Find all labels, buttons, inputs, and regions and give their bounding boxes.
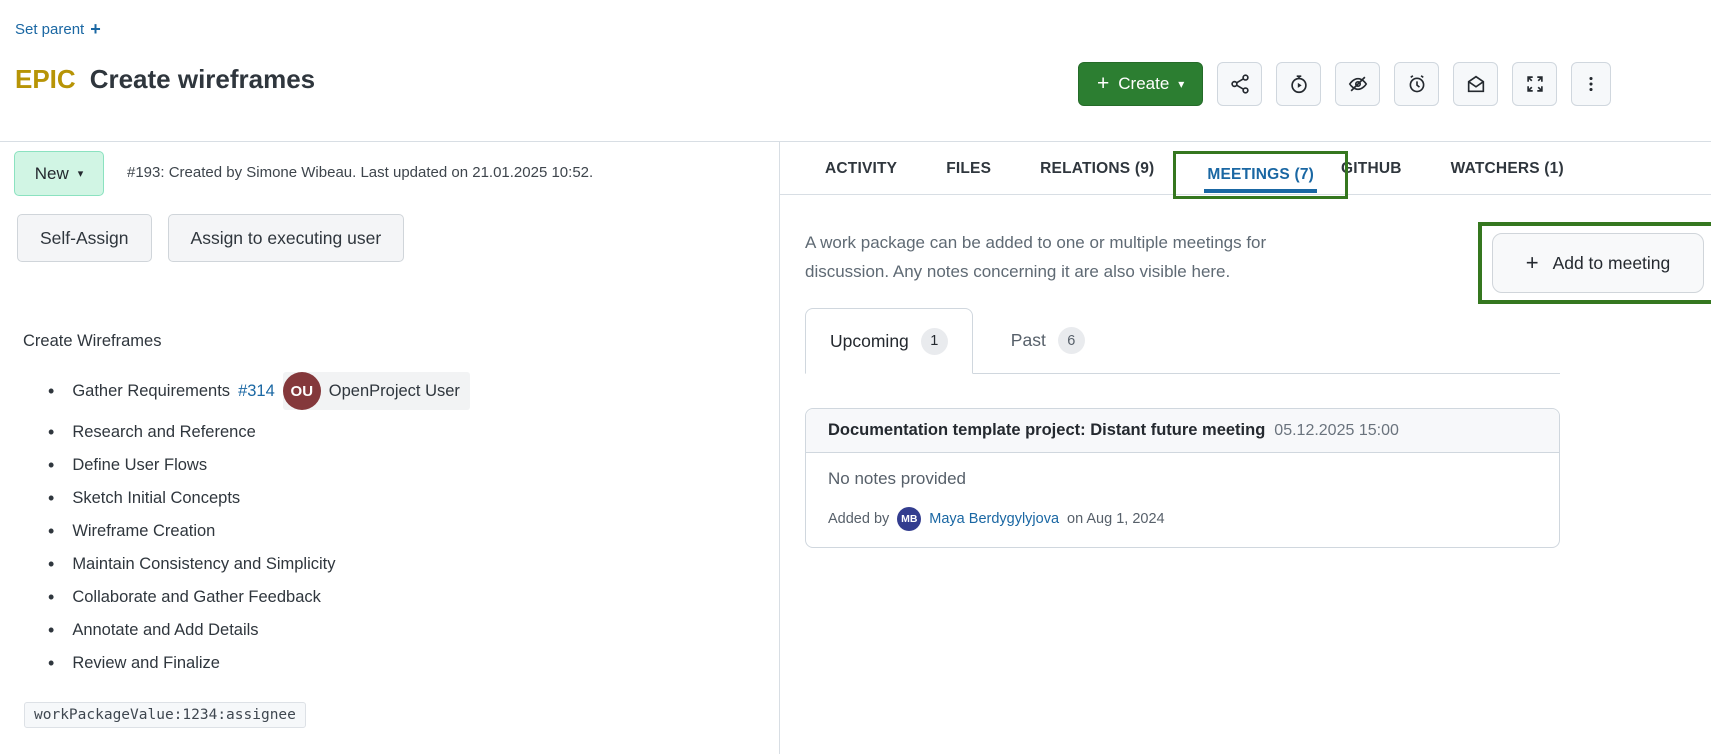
tab-relations[interactable]: RELATIONS (9) [1040, 160, 1154, 178]
assign-actions: Self-Assign Assign to executing user [17, 214, 404, 262]
work-package-header: EPIC Create wireframes [15, 64, 315, 95]
mention-user-name: OpenProject User [329, 382, 460, 401]
alarm-icon [1406, 73, 1428, 95]
set-parent-link[interactable]: Set parent + [15, 20, 101, 38]
list-item-text: Review and Finalize [72, 654, 220, 673]
list-item-text: Gather Requirements [72, 382, 230, 401]
work-package-type: EPIC [15, 64, 76, 95]
list-item: Maintain Consistency and Simplicity [48, 553, 470, 575]
past-count-badge: 6 [1058, 327, 1085, 354]
list-item-text: Define User Flows [72, 456, 207, 475]
stopwatch-icon [1288, 73, 1310, 95]
work-package-link[interactable]: #314 [238, 382, 275, 401]
header-divider [0, 141, 1711, 142]
author-link[interactable]: Maya Berdygylyjova [929, 511, 1059, 527]
notification-button[interactable] [1453, 62, 1498, 106]
plus-icon: + [1097, 72, 1109, 96]
active-tab-underline [1204, 189, 1317, 193]
list-item: Collaborate and Gather Feedback [48, 586, 470, 608]
list-item-text: Sketch Initial Concepts [72, 489, 240, 508]
avatar: MB [897, 507, 921, 531]
create-button-label: Create [1118, 74, 1169, 94]
list-item-text: Annotate and Add Details [72, 621, 258, 640]
list-item-text: Research and Reference [72, 423, 255, 442]
tab-activity[interactable]: ACTIVITY [825, 160, 897, 178]
chevron-down-icon: ▾ [1178, 77, 1184, 91]
description-heading: Create Wireframes [23, 332, 161, 351]
set-parent-label: Set parent [15, 21, 84, 38]
add-to-meeting-highlight-box: + Add to meeting [1478, 222, 1711, 304]
list-item: Research and Reference [48, 421, 470, 443]
meeting-title: Documentation template project: Distant … [828, 421, 1265, 440]
meetings-description: A work package can be added to one or mu… [805, 228, 1330, 286]
reminder-button[interactable] [1394, 62, 1439, 106]
meeting-card-header[interactable]: Documentation template project: Distant … [806, 409, 1559, 453]
subtab-upcoming[interactable]: Upcoming 1 [805, 308, 973, 374]
plus-icon: + [1526, 250, 1539, 276]
subtab-upcoming-label: Upcoming [830, 331, 909, 352]
added-on-date: on Aug 1, 2024 [1067, 511, 1165, 527]
list-item: Gather Requirements #314 OU OpenProject … [48, 372, 470, 410]
fullscreen-icon [1524, 73, 1546, 95]
added-by-label: Added by [828, 511, 889, 527]
chevron-down-icon: ▾ [78, 167, 84, 180]
time-tracking-button[interactable] [1276, 62, 1321, 106]
assign-executing-user-button[interactable]: Assign to executing user [168, 214, 405, 262]
detail-tabbar: ACTIVITY FILES RELATIONS (9) MEETINGS (7… [779, 143, 1711, 195]
description-list: Gather Requirements #314 OU OpenProject … [48, 372, 470, 685]
list-item: Sketch Initial Concepts [48, 487, 470, 509]
page-title: Create wireframes [90, 64, 315, 95]
avatar: OU [283, 372, 321, 410]
list-item-text: Maintain Consistency and Simplicity [72, 555, 335, 574]
meeting-notes: No notes provided [806, 453, 1559, 495]
list-item-text: Collaborate and Gather Feedback [72, 588, 321, 607]
list-item: Review and Finalize [48, 652, 470, 674]
subtab-past-label: Past [1011, 330, 1046, 351]
subtab-past[interactable]: Past 6 [987, 308, 1109, 373]
create-button[interactable]: + Create ▾ [1078, 62, 1203, 106]
meetings-subtabs: Upcoming 1 Past 6 [805, 308, 1560, 374]
add-to-meeting-label: Add to meeting [1553, 253, 1671, 274]
fullscreen-button[interactable] [1512, 62, 1557, 106]
upcoming-count-badge: 1 [921, 328, 948, 355]
tab-github[interactable]: GITHUB [1341, 160, 1402, 178]
eye-off-icon [1347, 73, 1369, 95]
meeting-datetime: 05.12.2025 15:00 [1274, 422, 1399, 440]
tab-files[interactable]: FILES [946, 160, 991, 178]
tab-watchers[interactable]: WATCHERS (1) [1451, 160, 1564, 178]
add-to-meeting-button[interactable]: + Add to meeting [1492, 233, 1704, 293]
list-item-text: Wireframe Creation [72, 522, 215, 541]
more-menu-button[interactable] [1571, 62, 1611, 106]
meeting-added-by-row: Added by MB Maya Berdygylyjova on Aug 1,… [806, 495, 1559, 547]
status-dropdown[interactable]: New ▾ [14, 151, 104, 196]
macro-code-chip: workPackageValue:1234:assignee [24, 702, 306, 728]
kebab-icon [1580, 73, 1602, 95]
plus-icon: + [90, 20, 101, 38]
panel-divider [779, 141, 780, 754]
status-label: New [35, 164, 69, 184]
self-assign-button[interactable]: Self-Assign [17, 214, 152, 262]
header-toolbar: + Create ▾ [1078, 62, 1611, 106]
user-mention[interactable]: OU OpenProject User [283, 372, 470, 410]
list-item: Annotate and Add Details [48, 619, 470, 641]
mail-icon [1465, 73, 1487, 95]
meetings-tab-highlight-box: MEETINGS (7) [1173, 151, 1348, 199]
unwatch-button[interactable] [1335, 62, 1380, 106]
list-item: Wireframe Creation [48, 520, 470, 542]
share-button[interactable] [1217, 62, 1262, 106]
tab-meetings[interactable]: MEETINGS (7) [1207, 166, 1314, 184]
meeting-card: Documentation template project: Distant … [805, 408, 1560, 548]
list-item: Define User Flows [48, 454, 470, 476]
work-package-meta: #193: Created by Simone Wibeau. Last upd… [127, 164, 593, 181]
share-icon [1229, 73, 1251, 95]
